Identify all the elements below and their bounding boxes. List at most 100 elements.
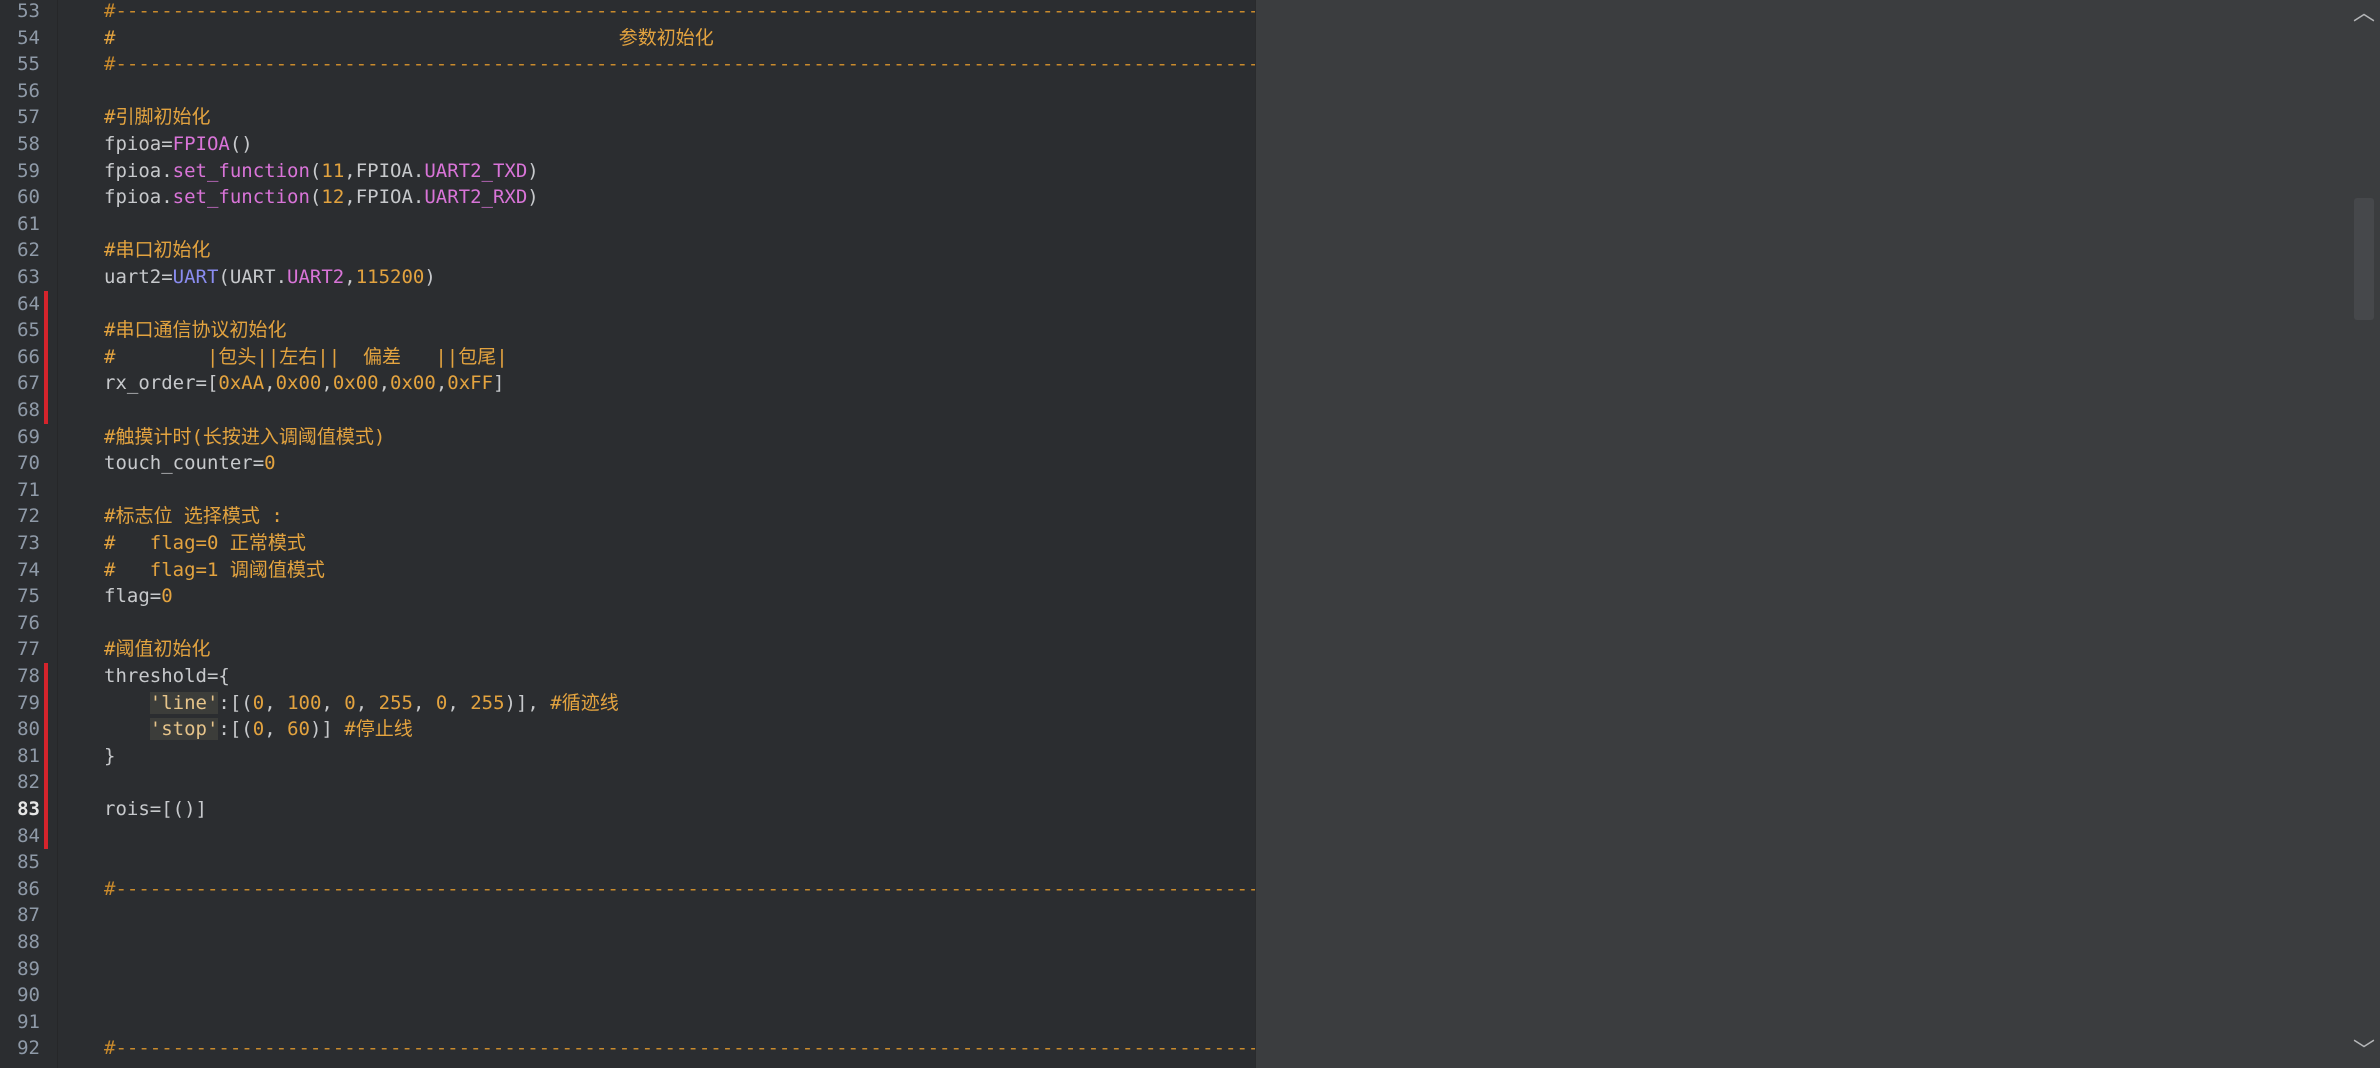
code-line[interactable]: uart2=UART(UART.UART2,115200) xyxy=(58,264,1255,291)
code-line-text[interactable]: touch_counter=0 xyxy=(104,450,1255,477)
code-line[interactable]: # flag=1 调阈值模式 xyxy=(58,557,1255,584)
code-line[interactable] xyxy=(58,397,1255,424)
code-line-text[interactable]: #---------------------------------------… xyxy=(104,1035,1255,1062)
code-line[interactable]: fpioa.set_function(11,FPIOA.UART2_TXD) xyxy=(58,158,1255,185)
code-line[interactable] xyxy=(58,849,1255,876)
line-number: 56 xyxy=(0,78,58,105)
code-line[interactable]: } xyxy=(58,743,1255,770)
code-line[interactable]: rx_order=[0xAA,0x00,0x00,0x00,0xFF] xyxy=(58,370,1255,397)
line-number: 62 xyxy=(0,237,58,264)
code-line[interactable]: touch_counter=0 xyxy=(58,450,1255,477)
code-area[interactable]: #---------------------------------------… xyxy=(58,0,1255,1068)
modified-line-marker xyxy=(44,742,48,770)
code-line[interactable] xyxy=(58,902,1255,929)
code-line-text[interactable]: rx_order=[0xAA,0x00,0x00,0x00,0xFF] xyxy=(104,370,1255,397)
line-number-label: 78 xyxy=(17,665,40,687)
code-line[interactable]: threshold={ xyxy=(58,663,1255,690)
code-line[interactable]: flag=0 xyxy=(58,583,1255,610)
code-editor[interactable]: 53 54 55 56 57 58 59 60 61 62 63 64 65 66 67 68 69 70 71 72… xyxy=(0,0,1255,1068)
line-number: 61 xyxy=(0,211,58,238)
code-line-text[interactable]: uart2=UART(UART.UART2,115200) xyxy=(104,264,1255,291)
code-line[interactable]: rois=[()] xyxy=(58,796,1255,823)
code-line[interactable] xyxy=(58,929,1255,956)
line-number-label: 58 xyxy=(17,133,40,155)
code-line-text[interactable]: #---------------------------------------… xyxy=(104,876,1255,903)
code-line[interactable] xyxy=(58,291,1255,318)
code-line[interactable] xyxy=(58,78,1255,105)
line-number: 53 xyxy=(0,0,58,25)
code-line[interactable]: # flag=0 正常模式 xyxy=(58,530,1255,557)
line-number-label: 88 xyxy=(17,931,40,953)
code-line-text[interactable]: # flag=0 正常模式 xyxy=(104,530,1255,557)
code-line-text[interactable]: } xyxy=(104,743,1255,770)
code-line-text[interactable]: # |包头||左右|| 偏差 ||包尾| xyxy=(104,344,1255,371)
chevron-down-icon[interactable]: ﹀ xyxy=(2352,1040,2376,1064)
modified-line-marker xyxy=(44,343,48,371)
code-line[interactable] xyxy=(58,982,1255,1009)
code-line[interactable]: #---------------------------------------… xyxy=(58,876,1255,903)
code-line-text[interactable]: 'stop':[(0, 60)] #停止线 xyxy=(104,716,1255,743)
code-line-text[interactable]: #标志位 选择模式 : xyxy=(104,503,1255,530)
code-line[interactable] xyxy=(58,769,1255,796)
code-line[interactable]: #---------------------------------------… xyxy=(58,0,1255,25)
line-number-label: 91 xyxy=(17,1010,40,1033)
code-line-text[interactable]: fpioa=FPIOA() xyxy=(104,131,1255,158)
code-line[interactable]: #引脚初始化 xyxy=(58,104,1255,131)
code-line-text[interactable]: # 参数初始化 xyxy=(104,25,1255,52)
code-line-text[interactable]: #触摸计时(长按进入调阈值模式) xyxy=(104,424,1255,451)
line-number: 80 xyxy=(0,716,58,743)
code-line[interactable]: # |包头||左右|| 偏差 ||包尾| xyxy=(58,344,1255,371)
line-number-label: 55 xyxy=(17,53,40,76)
right-empty-panel xyxy=(1255,0,2380,1068)
code-line-text[interactable]: flag=0 xyxy=(104,583,1255,610)
code-line-text[interactable]: # flag=1 调阈值模式 xyxy=(104,557,1255,584)
scrollbar-thumb[interactable] xyxy=(2354,198,2374,320)
code-line-text[interactable]: #---------------------------------------… xyxy=(104,0,1255,25)
code-line[interactable] xyxy=(58,823,1255,850)
line-number: 64 xyxy=(0,291,58,318)
code-line[interactable]: # 参数初始化 xyxy=(58,25,1255,52)
line-number-label: 62 xyxy=(17,239,40,262)
line-number: 83 xyxy=(0,796,58,823)
line-number-label: 67 xyxy=(17,372,40,395)
code-line-text[interactable]: #阈值初始化 xyxy=(104,636,1255,663)
code-line[interactable] xyxy=(58,477,1255,504)
code-line-text[interactable]: #串口初始化 xyxy=(104,237,1255,264)
modified-line-marker xyxy=(44,689,48,717)
code-line[interactable] xyxy=(58,211,1255,238)
code-line-text[interactable]: #---------------------------------------… xyxy=(104,51,1255,78)
code-line-text[interactable]: 'line':[(0, 100, 0, 255, 0, 255)], #循迹线 xyxy=(104,690,1255,717)
code-line[interactable]: #串口通信协议初始化 xyxy=(58,317,1255,344)
line-number-label: 65 xyxy=(17,319,40,342)
line-number-label: 69 xyxy=(17,425,40,448)
code-line[interactable]: fpioa=FPIOA() xyxy=(58,131,1255,158)
code-line-text[interactable]: #引脚初始化 xyxy=(104,104,1255,131)
chevron-up-icon[interactable]: ︿ xyxy=(2352,2,2376,26)
code-line-text[interactable]: #串口通信协议初始化 xyxy=(104,317,1255,344)
code-line[interactable]: 'stop':[(0, 60)] #停止线 xyxy=(58,716,1255,743)
line-number-label: 74 xyxy=(17,558,40,581)
line-number-label: 57 xyxy=(17,106,40,129)
line-number: 60 xyxy=(0,184,58,211)
code-line-text[interactable]: fpioa.set_function(11,FPIOA.UART2_TXD) xyxy=(104,158,1255,185)
modified-line-marker xyxy=(44,397,48,424)
code-line-text[interactable]: rois=[()] xyxy=(104,796,1255,823)
code-line[interactable]: #---------------------------------------… xyxy=(58,1035,1255,1062)
code-line[interactable]: #串口初始化 xyxy=(58,237,1255,264)
code-line-text[interactable]: fpioa.set_function(12,FPIOA.UART2_RXD) xyxy=(104,184,1255,211)
line-number: 79 xyxy=(0,690,58,717)
code-line[interactable]: #触摸计时(长按进入调阈值模式) xyxy=(58,424,1255,451)
line-number-label: 66 xyxy=(17,345,40,368)
code-line[interactable]: #---------------------------------------… xyxy=(58,51,1255,78)
line-number-label: 70 xyxy=(17,452,40,475)
code-line[interactable]: fpioa.set_function(12,FPIOA.UART2_RXD) xyxy=(58,184,1255,211)
modified-line-marker xyxy=(44,370,48,397)
code-line[interactable] xyxy=(58,610,1255,637)
line-number: 78 xyxy=(0,663,58,690)
code-line[interactable]: 'line':[(0, 100, 0, 255, 0, 255)], #循迹线 xyxy=(58,690,1255,717)
code-line[interactable]: #阈值初始化 xyxy=(58,636,1255,663)
code-line-text[interactable]: threshold={ xyxy=(104,663,1255,690)
code-line[interactable]: #标志位 选择模式 : xyxy=(58,503,1255,530)
code-line[interactable] xyxy=(58,956,1255,983)
code-line[interactable] xyxy=(58,1009,1255,1036)
